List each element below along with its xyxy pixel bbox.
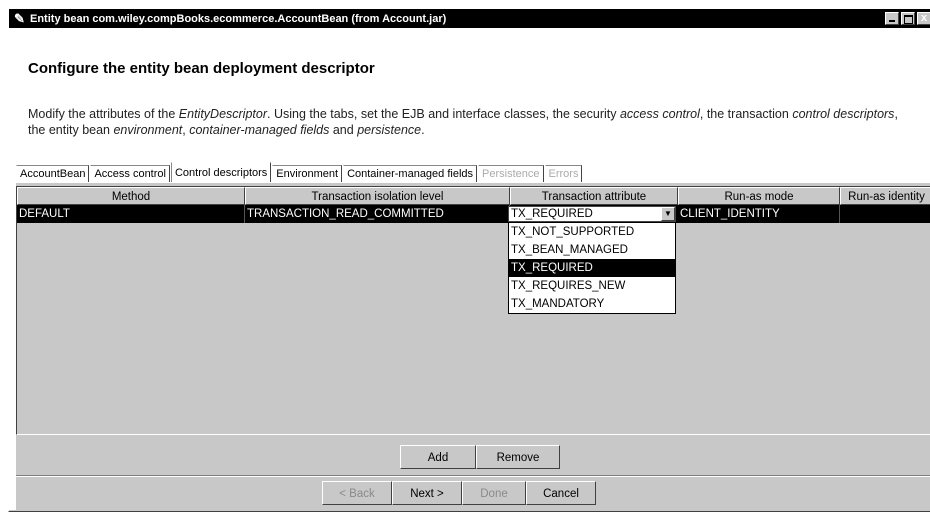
remove-button[interactable]: Remove: [476, 445, 560, 469]
next-button[interactable]: Next >: [392, 481, 462, 505]
tab-environment[interactable]: Environment: [272, 165, 343, 182]
table-cell[interactable]: [840, 205, 930, 223]
description-emphasis: environment: [113, 123, 183, 137]
cancel-button[interactable]: Cancel: [526, 481, 596, 505]
tab-access-control[interactable]: Access control: [90, 165, 170, 182]
window-title: Entity bean com.wiley.compBooks.ecommerc…: [30, 13, 447, 25]
window-controls: x: [885, 12, 930, 26]
description-text: Modify the attributes of the: [28, 107, 179, 121]
description-emphasis: control descriptors: [792, 107, 895, 121]
wizard-button-row: < Back Next > Done Cancel: [322, 481, 596, 505]
combo-dropdown-arrow-icon[interactable]: ▼: [661, 207, 675, 221]
tab-panel: Method Transaction isolation level Transac…: [16, 182, 930, 511]
title-bar[interactable]: ✎ Entity bean com.wiley.compBooks.ecomme…: [9, 9, 930, 29]
tab-container-managed-fields[interactable]: Container-managed fields: [343, 165, 478, 182]
column-header[interactable]: Method: [17, 187, 245, 205]
button-separator: [16, 475, 930, 477]
description-emphasis: EntityDescriptor: [178, 107, 268, 121]
description-text: .: [421, 123, 425, 137]
table-cell[interactable]: CLIENT_IDENTITY: [678, 205, 840, 223]
table-row[interactable]: DEFAULTTRANSACTION_READ_COMMITTEDTX_REQU…: [17, 205, 930, 223]
combo-value: TX_REQUIRED: [511, 208, 593, 220]
tab-persistence[interactable]: Persistence: [478, 165, 544, 182]
done-button[interactable]: Done: [462, 481, 526, 505]
column-header[interactable]: Transaction attribute: [510, 187, 678, 205]
dropdown-option[interactable]: TX_MANDATORY: [509, 295, 675, 313]
column-header[interactable]: Run-as identity: [840, 187, 930, 205]
app-icon: ✎: [14, 11, 25, 26]
descriptor-table: Method Transaction isolation level Transac…: [16, 186, 930, 435]
table-cell[interactable]: DEFAULT: [17, 205, 245, 223]
dropdown-option[interactable]: TX_BEAN_MANAGED: [509, 241, 675, 259]
tab-strip: AccountBean Access control Control descrip…: [16, 162, 583, 182]
description-text: . Using the tabs, set the EJB and interf…: [267, 107, 620, 121]
dropdown-option[interactable]: TX_REQUIRES_NEW: [509, 277, 675, 295]
table-cell[interactable]: TRANSACTION_READ_COMMITTED: [245, 205, 510, 223]
transaction-attribute-dropdown: TX_NOT_SUPPORTED TX_BEAN_MANAGED TX_REQUIR…: [508, 222, 676, 314]
table-button-row: Add Remove: [400, 445, 560, 469]
page-description: Modify the attributes of the EntityDescr…: [28, 106, 908, 138]
description-emphasis: container-managed fields: [189, 123, 330, 137]
table-header: Method Transaction isolation level Transac…: [17, 187, 930, 205]
description-emphasis: persistence: [357, 123, 422, 137]
back-button[interactable]: < Back: [322, 481, 392, 505]
add-button[interactable]: Add: [400, 445, 476, 469]
close-button[interactable]: x: [917, 12, 930, 25]
column-header[interactable]: Run-as mode: [678, 187, 840, 205]
dropdown-option[interactable]: TX_NOT_SUPPORTED: [509, 223, 675, 241]
column-header[interactable]: Transaction isolation level: [245, 187, 510, 205]
transaction-attribute-combo[interactable]: TX_REQUIRED ▼: [508, 206, 676, 222]
maximize-button[interactable]: [901, 12, 915, 25]
tab-errors[interactable]: Errors: [544, 165, 583, 182]
dropdown-option[interactable]: TX_REQUIRED: [509, 259, 675, 277]
tab-accountbean[interactable]: AccountBean: [16, 165, 90, 182]
minimize-button[interactable]: [885, 12, 899, 25]
page-title: Configure the entity bean deployment des…: [28, 60, 375, 77]
description-text: and: [329, 123, 358, 137]
description-text: , the transaction: [699, 107, 793, 121]
description-emphasis: access control: [619, 107, 700, 121]
tab-control-descriptors[interactable]: Control descriptors: [170, 162, 272, 182]
